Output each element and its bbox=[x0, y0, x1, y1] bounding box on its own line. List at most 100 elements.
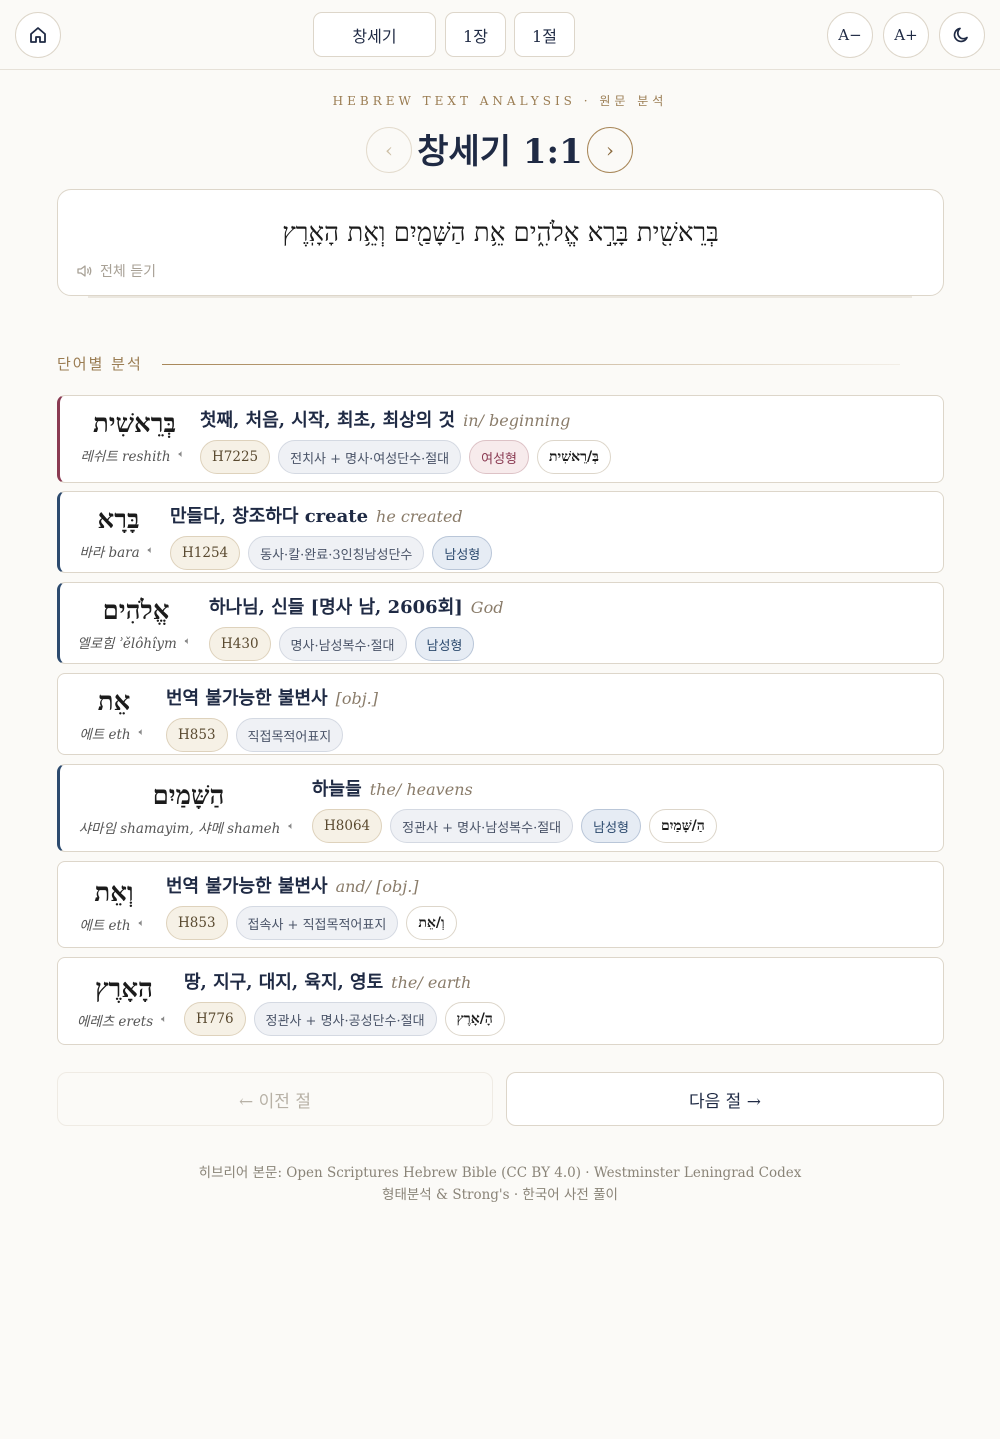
speaker-icon[interactable]: 🔈︎ bbox=[284, 821, 298, 833]
verse-hebrew-text: בְּרֵאשִׁ֖ית בָּרָ֣א אֱלֹהִ֑ים אֵ֥ת הַשָ… bbox=[282, 218, 719, 248]
word-tags: H8064 정관사 + 명사·남성복수·절대 남성형 הַ/שָּׁמַיִם bbox=[312, 809, 717, 843]
word-card[interactable]: אֱלֹהִים 엘로힘 ʾělôhîym 🔈︎ 하나님, 신들 [명사 남, 2… bbox=[57, 582, 944, 664]
segment-badge: וְ/אֵת bbox=[406, 906, 457, 940]
word-left: הַשָּׁמַיִם 샤마임 shamayim, 샤메 shameh 🔈︎ bbox=[76, 782, 301, 837]
translit-text: 에트 eth bbox=[79, 726, 131, 743]
translit-text: 에트 eth bbox=[79, 917, 131, 934]
word-hebrew: אֵת bbox=[97, 687, 131, 717]
word-details: 땅, 지구, 대지, 육지, 영토 the/ earth H776 정관사 + 명… bbox=[184, 968, 505, 1036]
word-card[interactable]: הַשָּׁמַיִם 샤마임 shamayim, 샤메 shameh 🔈︎ 하늘… bbox=[57, 764, 944, 852]
word-tags: H776 정관사 + 명사·공성단수·절대 הָ/אָרֶץ bbox=[184, 1002, 505, 1036]
morphology-badge: 직접목적어표지 bbox=[235, 718, 344, 752]
word-left: וְאֵת 에트 eth 🔈︎ bbox=[74, 879, 154, 934]
word-left: בָּרָא 바라 bara 🔈︎ bbox=[76, 506, 161, 561]
word-details: 번역 불가능한 불변사 and/ [obj.] H853 접속사 + 직접목적어표… bbox=[166, 872, 457, 940]
strongs-badge[interactable]: H8064 bbox=[312, 809, 383, 843]
word-card[interactable]: אֵת 에트 eth 🔈︎ 번역 불가능한 불변사 [obj.] H853 직접목적… bbox=[57, 673, 944, 755]
word-gloss: 첫째, 처음, 시작, 최초, 최상의 것 in/ beginning bbox=[200, 410, 571, 431]
strongs-badge[interactable]: H853 bbox=[166, 718, 228, 752]
word-details: 번역 불가능한 불변사 [obj.] H853 직접목적어표지 bbox=[166, 684, 378, 752]
translit-text: 에레츠 erets bbox=[76, 1013, 154, 1030]
word-card[interactable]: בְּרֵאשִׁית 레쉬트 reshith 🔈︎ 첫째, 처음, 시작, 최초… bbox=[57, 395, 944, 483]
listen-all-button[interactable]: 전체 듣기 bbox=[76, 261, 156, 281]
gender-badge: 남성형 bbox=[581, 809, 642, 843]
morphology-badge: 정관사 + 명사·남성복수·절대 bbox=[390, 809, 574, 843]
word-tags: H853 접속사 + 직접목적어표지 וְ/אֵת bbox=[166, 906, 457, 940]
page-title: 창세기 1:1 bbox=[417, 132, 583, 172]
font-decrease-button[interactable]: A− bbox=[827, 12, 873, 58]
strongs-badge[interactable]: H853 bbox=[166, 906, 228, 940]
word-translit[interactable]: 에트 eth 🔈︎ bbox=[74, 914, 154, 934]
segment-badge: הָ/אָרֶץ bbox=[444, 1002, 505, 1036]
dark-mode-button[interactable] bbox=[939, 12, 985, 58]
word-details: 만들다, 창조하다 create he created H1254 동사·칼·완료… bbox=[170, 502, 493, 570]
next-verse-button[interactable]: 다음 절 → bbox=[506, 1072, 944, 1126]
translit-text: 바라 bara bbox=[79, 544, 140, 561]
strongs-badge[interactable]: H776 bbox=[184, 1002, 246, 1036]
font-increase-button[interactable]: A+ bbox=[883, 12, 929, 58]
prev-verse-button[interactable]: ← 이전 절 bbox=[57, 1072, 493, 1126]
speaker-icon[interactable]: 🔈︎ bbox=[181, 636, 195, 648]
word-gloss-en: and/ [obj.] bbox=[335, 877, 419, 896]
morphology-badge: 전치사 + 명사·여성단수·절대 bbox=[278, 440, 462, 474]
footer-source: 히브리어 본문: Open Scriptures Hebrew Bible (C… bbox=[198, 1165, 802, 1181]
word-left: אֱלֹהִים 엘로힘 ʾělôhîym 🔈︎ bbox=[76, 597, 196, 652]
word-hebrew: אֱלֹהִים bbox=[102, 596, 170, 626]
translit-text: 엘로힘 ʾělôhîym bbox=[77, 635, 177, 652]
translit-text: 샤마임 shamayim, 샤메 shameh bbox=[78, 820, 281, 837]
speaker-icon[interactable]: 🔈︎ bbox=[135, 918, 149, 930]
speaker-icon[interactable]: 🔈︎ bbox=[144, 545, 158, 557]
strongs-badge[interactable]: H430 bbox=[209, 627, 271, 661]
word-gloss: 번역 불가능한 불변사 [obj.] bbox=[166, 688, 378, 709]
word-translit[interactable]: 샤마임 shamayim, 샤메 shameh 🔈︎ bbox=[76, 817, 301, 837]
word-details: 하나님, 신들 [명사 남, 2606회] God H430 명사·남성복수·절대… bbox=[209, 593, 503, 661]
translit-text: 레쉬트 reshith bbox=[80, 448, 171, 465]
word-hebrew: הַשָּׁמַיִם bbox=[152, 781, 225, 811]
word-gloss-en: [obj.] bbox=[335, 689, 378, 708]
segment-badge: בְּ/רֵאשִׁית bbox=[537, 440, 611, 474]
word-gloss-en: God bbox=[470, 598, 504, 617]
word-gloss-en: the/ heavens bbox=[369, 780, 473, 799]
word-hebrew: וְאֵת bbox=[94, 878, 134, 908]
strongs-badge[interactable]: H1254 bbox=[170, 536, 241, 570]
word-translit[interactable]: 레쉬트 reshith 🔈︎ bbox=[76, 445, 193, 465]
word-tags: H7225 전치사 + 명사·여성단수·절대 여성형 בְּ/רֵאשִׁית bbox=[200, 440, 611, 474]
chapter-select[interactable]: 1장 bbox=[445, 12, 506, 57]
top-bar: 창세기 1장 1절 A− A+ bbox=[0, 0, 1000, 70]
word-tags: H853 직접목적어표지 bbox=[166, 718, 378, 752]
speaker-icon bbox=[77, 265, 92, 277]
word-tags: H430 명사·남성복수·절대 남성형 bbox=[209, 627, 503, 661]
word-gloss-en: in/ beginning bbox=[463, 411, 571, 430]
word-translit[interactable]: 바라 bara 🔈︎ bbox=[76, 541, 161, 561]
word-left: בְּרֵאשִׁית 레쉬트 reshith 🔈︎ bbox=[76, 410, 193, 465]
footer-credits: 형태분석 & Strong's · 한국어 사전 풀이 bbox=[382, 1187, 618, 1203]
word-card[interactable]: בָּרָא 바라 bara 🔈︎ 만들다, 창조하다 create he crea… bbox=[57, 491, 944, 573]
strongs-badge[interactable]: H7225 bbox=[200, 440, 271, 474]
speaker-icon[interactable]: 🔈︎ bbox=[175, 449, 189, 461]
word-gloss-en: he created bbox=[376, 507, 463, 526]
section-divider bbox=[162, 364, 900, 365]
verse-card: בְּרֵאשִׁ֖ית בָּרָ֣א אֱלֹהִ֑ים אֵ֥ת הַשָ… bbox=[57, 189, 944, 296]
speaker-icon[interactable]: 🔈︎ bbox=[135, 727, 149, 739]
word-gloss: 땅, 지구, 대지, 육지, 영토 the/ earth bbox=[184, 972, 472, 993]
word-left: הָאָרֶץ 에레츠 erets 🔈︎ bbox=[74, 975, 174, 1030]
next-verse-arrow[interactable]: › bbox=[587, 127, 633, 173]
word-tags: H1254 동사·칼·완료·3인칭남성단수 남성형 bbox=[170, 536, 493, 570]
home-icon bbox=[30, 27, 46, 43]
word-card[interactable]: הָאָרֶץ 에레츠 erets 🔈︎ 땅, 지구, 대지, 육지, 영토 the… bbox=[57, 957, 944, 1045]
word-translit[interactable]: 에트 eth 🔈︎ bbox=[74, 723, 154, 743]
home-button[interactable] bbox=[15, 12, 61, 58]
word-details: 첫째, 처음, 시작, 최초, 최상의 것 in/ beginning H7225… bbox=[200, 406, 611, 474]
page-kicker: HEBREW TEXT ANALYSIS · 원문 분석 bbox=[332, 94, 668, 108]
word-translit[interactable]: 엘로힘 ʾělôhîym 🔈︎ bbox=[76, 632, 196, 652]
speaker-icon[interactable]: 🔈︎ bbox=[157, 1014, 171, 1026]
book-select[interactable]: 창세기 bbox=[313, 12, 436, 57]
morphology-badge: 명사·남성복수·절대 bbox=[278, 627, 407, 661]
word-gloss: 하나님, 신들 [명사 남, 2606회] God bbox=[209, 597, 504, 618]
word-left: אֵת 에트 eth 🔈︎ bbox=[74, 688, 154, 743]
word-card[interactable]: וְאֵת 에트 eth 🔈︎ 번역 불가능한 불변사 and/ [obj.] H8… bbox=[57, 861, 944, 948]
word-gloss: 만들다, 창조하다 create he created bbox=[170, 506, 463, 527]
section-title: 단어별 분석 bbox=[57, 355, 143, 373]
verse-select[interactable]: 1절 bbox=[514, 12, 575, 57]
word-translit[interactable]: 에레츠 erets 🔈︎ bbox=[74, 1010, 174, 1030]
